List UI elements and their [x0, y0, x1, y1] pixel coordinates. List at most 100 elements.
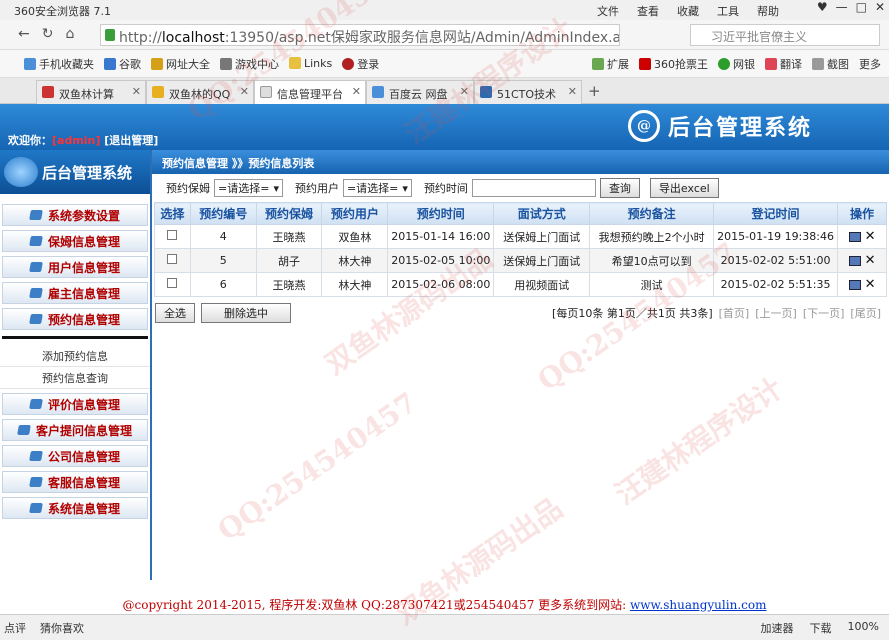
- col-method: 面试方式: [493, 202, 591, 225]
- status-bar: 点评 猜你喜欢 加速器 下载 100%: [0, 614, 889, 640]
- sidebar-item-sysinfo[interactable]: 系统信息管理: [2, 497, 148, 519]
- delete-icon[interactable]: ✕: [865, 277, 876, 292]
- tab-2[interactable]: 双鱼林的QQ ✕: [146, 80, 254, 104]
- time-filter-label: 预约时间: [423, 182, 468, 195]
- edit-icon[interactable]: [848, 255, 861, 266]
- website-link[interactable]: www.shuangyulin.com: [630, 598, 766, 612]
- maximize-icon[interactable]: □: [856, 0, 867, 14]
- bookmark-links[interactable]: Links: [289, 57, 332, 70]
- query-button[interactable]: 查询: [599, 178, 640, 198]
- tab-5[interactable]: 51CTO技术 ✕: [474, 80, 582, 104]
- export-excel-button[interactable]: 导出excel: [649, 178, 719, 198]
- next-page-link[interactable]: [下一页]: [803, 305, 845, 321]
- time-input[interactable]: [471, 179, 596, 197]
- sidebar-brand: 后台管理系统: [0, 150, 150, 194]
- pagination-info: [每页10条 第1页／共1页 共3条]: [552, 307, 713, 320]
- home-icon[interactable]: ⌂: [65, 26, 74, 42]
- back-icon[interactable]: ←: [18, 26, 30, 42]
- select-all-button[interactable]: 全选: [155, 303, 195, 323]
- sidebar-item-user[interactable]: 用户信息管理: [2, 256, 148, 278]
- sidebar-item-employer[interactable]: 雇主信息管理: [2, 282, 148, 304]
- close-tab-icon[interactable]: ✕: [352, 85, 361, 98]
- menu-item-icon: [29, 503, 43, 513]
- bookmark-games[interactable]: 游戏中心: [220, 56, 279, 72]
- menu-view[interactable]: 查看: [637, 3, 659, 19]
- sidebar-item-nanny[interactable]: 保姆信息管理: [2, 230, 148, 252]
- col-nanny: 预约保姆: [255, 202, 323, 225]
- prev-page-link[interactable]: [上一页]: [755, 305, 797, 321]
- delete-icon[interactable]: ✕: [865, 229, 876, 244]
- col-note: 预约备注: [589, 202, 715, 225]
- sidebar-item-company[interactable]: 公司信息管理: [2, 445, 148, 467]
- sidebar-item-service[interactable]: 客服信息管理: [2, 471, 148, 493]
- col-id: 预约编号: [189, 202, 257, 225]
- sidebar-item-system-params[interactable]: 系统参数设置: [2, 204, 148, 226]
- close-tab-icon[interactable]: ✕: [240, 85, 249, 98]
- close-tab-icon[interactable]: ✕: [132, 85, 141, 98]
- bookmark-login[interactable]: 登录: [342, 56, 379, 72]
- first-page-link[interactable]: [首页]: [719, 305, 750, 321]
- last-page-link[interactable]: [尾页]: [850, 305, 881, 321]
- table-header-row: 选择 预约编号 预约保姆 预约用户 预约时间 面试方式 预约备注 登记时间 操作: [154, 202, 887, 225]
- bank-icon: [718, 57, 730, 70]
- window-buttons: ♥ — □ ✕: [817, 0, 885, 14]
- delete-icon[interactable]: ✕: [865, 253, 876, 268]
- row-checkbox[interactable]: [167, 278, 178, 288]
- menu-file[interactable]: 文件: [597, 3, 619, 19]
- menu-item-icon: [17, 425, 31, 435]
- status-zoom[interactable]: 100%: [848, 620, 879, 636]
- col-select: 选择: [154, 202, 191, 225]
- menu-help[interactable]: 帮助: [757, 3, 779, 19]
- menu-tools[interactable]: 工具: [717, 3, 739, 19]
- nanny-select[interactable]: =请选择= ▾: [214, 179, 283, 197]
- header-logo-text: 后台管理系统: [668, 116, 813, 141]
- user-select[interactable]: =请选择= ▾: [342, 179, 412, 197]
- delete-selected-button[interactable]: 删除选中: [201, 303, 291, 323]
- sidebar-sub-query-appointment[interactable]: 预约信息查询: [0, 367, 150, 389]
- current-user[interactable]: [admin]: [52, 134, 100, 147]
- toolbar-extensions[interactable]: 扩展: [592, 56, 629, 72]
- login-icon: [342, 57, 355, 70]
- close-tab-icon[interactable]: ✕: [460, 85, 469, 98]
- tab-4[interactable]: 百度云 网盘 ✕: [366, 80, 474, 104]
- search-input[interactable]: 习近平批官僚主义: [690, 24, 880, 46]
- restore-icon[interactable]: ♥: [817, 0, 828, 14]
- tab-1[interactable]: 双鱼林计算 ✕: [36, 80, 146, 104]
- ticket-icon: [639, 57, 651, 70]
- col-user: 预约用户: [321, 202, 389, 225]
- reload-icon[interactable]: ↻: [42, 26, 54, 42]
- bookmark-mobile[interactable]: 手机收藏夹: [24, 56, 94, 72]
- close-icon[interactable]: ✕: [875, 0, 885, 14]
- sidebar-sub-add-appointment[interactable]: 添加预约信息: [0, 345, 150, 367]
- toolbar-tickets[interactable]: 360抢票王: [639, 56, 708, 72]
- new-tab-icon[interactable]: +: [588, 82, 601, 100]
- status-guess[interactable]: 猜你喜欢: [40, 620, 84, 636]
- toolbar-more[interactable]: 更多: [859, 56, 889, 72]
- sidebar: 后台管理系统 系统参数设置 保姆信息管理 用户信息管理 雇主信息管理 预约信息管…: [0, 150, 152, 580]
- close-tab-icon[interactable]: ✕: [568, 85, 577, 98]
- nav-buttons: ← ↻ ⌂: [18, 26, 74, 42]
- bookmark-google[interactable]: 谷歌: [104, 56, 141, 72]
- status-accelerator[interactable]: 加速器: [761, 620, 794, 636]
- status-review[interactable]: 点评: [4, 620, 26, 636]
- edit-icon[interactable]: [848, 231, 861, 242]
- row-checkbox[interactable]: [167, 254, 178, 264]
- copyright-footer: @copyright 2014-2015, 程序开发:双鱼林 QQ:287307…: [122, 598, 767, 612]
- sidebar-item-question[interactable]: 客户提问信息管理: [2, 419, 148, 441]
- toolbar-screenshot[interactable]: 截图: [812, 56, 849, 72]
- toolbar-translate[interactable]: 翻译: [765, 56, 802, 72]
- url-input[interactable]: http://localhost:13950/asp.net保姆家政服务信息网站…: [100, 24, 620, 46]
- status-download[interactable]: 下载: [810, 620, 832, 636]
- menu-favorites[interactable]: 收藏: [677, 3, 699, 19]
- logout-link[interactable]: [退出管理]: [104, 134, 158, 147]
- minimize-icon[interactable]: —: [836, 0, 848, 14]
- edit-icon[interactable]: [848, 279, 861, 290]
- toolbar-bank[interactable]: 网银: [718, 56, 755, 72]
- bookmark-sites[interactable]: 网址大全: [151, 56, 210, 72]
- row-checkbox[interactable]: [167, 230, 178, 240]
- sidebar-item-review[interactable]: 评价信息管理: [2, 393, 148, 415]
- sidebar-item-appointment[interactable]: 预约信息管理: [2, 308, 148, 330]
- header-logo: @ 后台管理系统: [628, 110, 812, 142]
- table-row: 4 王晓燕 双鱼林 2015-01-14 16:00 送保姆上门面试 我想预约晚…: [154, 224, 887, 249]
- tab-3-active[interactable]: 信息管理平台 ✕: [254, 80, 366, 104]
